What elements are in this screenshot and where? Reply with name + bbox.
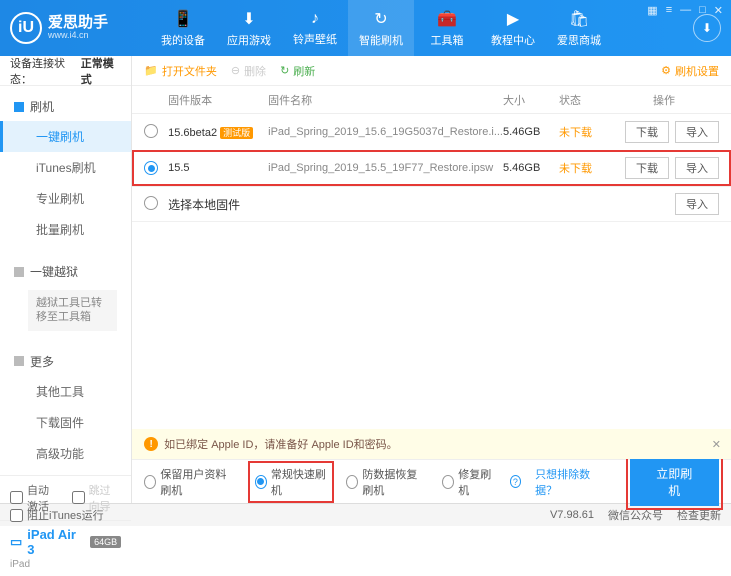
- nav-icon: ⬇: [242, 9, 255, 29]
- option-anti-recovery[interactable]: 防数据恢复刷机: [346, 466, 428, 498]
- wechat-link[interactable]: 微信公众号: [608, 507, 663, 523]
- jailbreak-note: 越狱工具已转移至工具箱: [28, 290, 117, 331]
- app-url: www.i4.cn: [48, 31, 108, 41]
- local-firmware-radio[interactable]: [144, 196, 158, 210]
- flash-options: 保留用户资料刷机 常规快速刷机 防数据恢复刷机 修复刷机 ? 只想排除数据？ 立…: [132, 459, 731, 503]
- sidebar-group-jailbreak[interactable]: 一键越狱: [0, 257, 131, 286]
- nav-icon: ♪: [311, 10, 319, 28]
- app-logo: iU 爱思助手 www.i4.cn: [10, 12, 150, 44]
- flash-settings-button[interactable]: ⚙刷机设置: [661, 63, 719, 79]
- info-icon[interactable]: ?: [510, 475, 522, 488]
- grid-icon[interactable]: ▦: [647, 4, 657, 17]
- import-button[interactable]: 导入: [675, 121, 719, 143]
- check-update-button[interactable]: 检查更新: [677, 507, 721, 523]
- refresh-button[interactable]: ↻刷新: [280, 63, 315, 79]
- main-nav: 📱我的设备⬇应用游戏♪铃声壁纸↻智能刷机🧰工具箱▶教程中心🛍爱思商城: [150, 0, 685, 56]
- firmware-row[interactable]: 15.5 iPad_Spring_2019_15.5_19F77_Restore…: [132, 150, 731, 186]
- gear-icon: ⚙: [661, 64, 671, 77]
- warning-icon: !: [144, 437, 158, 451]
- firmware-radio[interactable]: [144, 161, 158, 175]
- import-button[interactable]: 导入: [675, 157, 719, 179]
- nav-item-4[interactable]: 🧰工具箱: [414, 0, 480, 56]
- download-icon[interactable]: ⬇: [693, 14, 721, 42]
- logo-icon: iU: [10, 12, 42, 44]
- nav-icon: ↻: [374, 9, 387, 29]
- table-header: 固件版本 固件名称 大小 状态 操作: [132, 86, 731, 114]
- sidebar-more-item[interactable]: 其他工具: [0, 376, 131, 407]
- maximize-button[interactable]: □: [699, 4, 706, 17]
- skip-guide-checkbox[interactable]: [72, 491, 85, 504]
- open-folder-button[interactable]: 📁打开文件夹: [144, 63, 217, 79]
- appleid-warning: ! 如已绑定 Apple ID，请准备好 Apple ID和密码。 ✕: [132, 429, 731, 459]
- menu-icon[interactable]: ≡: [666, 4, 672, 17]
- window-controls: ▦ ≡ — □ ✕: [647, 4, 723, 17]
- sidebar-flash-item[interactable]: 一键刷机: [0, 121, 131, 152]
- option-repair[interactable]: 修复刷机: [442, 466, 496, 498]
- close-warning-button[interactable]: ✕: [712, 438, 721, 451]
- option-normal-flash[interactable]: 常规快速刷机: [250, 463, 333, 501]
- nav-item-1[interactable]: ⬇应用游戏: [216, 0, 282, 56]
- nav-icon: 🛍: [569, 9, 589, 29]
- sidebar-flash-item[interactable]: 专业刷机: [0, 183, 131, 214]
- app-name: 爱思助手: [48, 15, 108, 32]
- nav-icon: 📱: [173, 9, 193, 29]
- option-keep-data[interactable]: 保留用户资料刷机: [144, 466, 235, 498]
- nav-item-6[interactable]: 🛍爱思商城: [546, 0, 612, 56]
- nav-item-3[interactable]: ↻智能刷机: [348, 0, 414, 56]
- block-itunes-checkbox[interactable]: [10, 509, 23, 522]
- toolbar: 📁打开文件夹 ⊖删除 ↻刷新 ⚙刷机设置: [132, 56, 731, 86]
- version-label: V7.98.61: [550, 509, 594, 521]
- device-info[interactable]: ▭iPad Air 364GB iPad: [0, 520, 131, 576]
- firmware-radio[interactable]: [144, 124, 158, 138]
- firmware-row[interactable]: 15.6beta2测试版 iPad_Spring_2019_15.6_19G50…: [132, 114, 731, 150]
- close-button[interactable]: ✕: [714, 4, 723, 17]
- sidebar-flash-item[interactable]: 批量刷机: [0, 214, 131, 245]
- nav-icon: 🧰: [437, 9, 457, 29]
- titlebar: ▦ ≡ — □ ✕ iU 爱思助手 www.i4.cn 📱我的设备⬇应用游戏♪铃…: [0, 0, 731, 56]
- nav-item-5[interactable]: ▶教程中心: [480, 0, 546, 56]
- import-local-button[interactable]: 导入: [675, 193, 719, 215]
- refresh-icon: ↻: [280, 64, 289, 77]
- sidebar-group-more[interactable]: 更多: [0, 347, 131, 376]
- folder-icon: 📁: [144, 64, 158, 77]
- minimize-button[interactable]: —: [680, 4, 691, 17]
- nav-item-0[interactable]: 📱我的设备: [150, 0, 216, 56]
- main-content: 📁打开文件夹 ⊖删除 ↻刷新 ⚙刷机设置 固件版本 固件名称 大小 状态 操作 …: [132, 56, 731, 503]
- delete-icon: ⊖: [231, 64, 240, 77]
- connection-status: 设备连接状态：正常模式: [0, 56, 131, 86]
- nav-icon: ▶: [507, 9, 519, 29]
- local-firmware-row: 选择本地固件 导入: [132, 186, 731, 222]
- auto-activate-checkbox[interactable]: [10, 491, 23, 504]
- download-button[interactable]: 下载: [625, 121, 669, 143]
- sidebar-more-item[interactable]: 高级功能: [0, 438, 131, 469]
- device-icon: ▭: [10, 534, 22, 550]
- start-flash-button[interactable]: 立即刷机: [630, 458, 719, 506]
- sidebar-more-item[interactable]: 下载固件: [0, 407, 131, 438]
- sidebar: 设备连接状态：正常模式 刷机 一键刷机iTunes刷机专业刷机批量刷机 一键越狱…: [0, 56, 132, 503]
- sidebar-group-flash[interactable]: 刷机: [0, 92, 131, 121]
- delete-button: ⊖删除: [231, 63, 266, 79]
- sidebar-flash-item[interactable]: iTunes刷机: [0, 152, 131, 183]
- exclude-data-link[interactable]: 只想排除数据？: [535, 466, 601, 498]
- nav-item-2[interactable]: ♪铃声壁纸: [282, 0, 348, 56]
- download-button[interactable]: 下载: [625, 157, 669, 179]
